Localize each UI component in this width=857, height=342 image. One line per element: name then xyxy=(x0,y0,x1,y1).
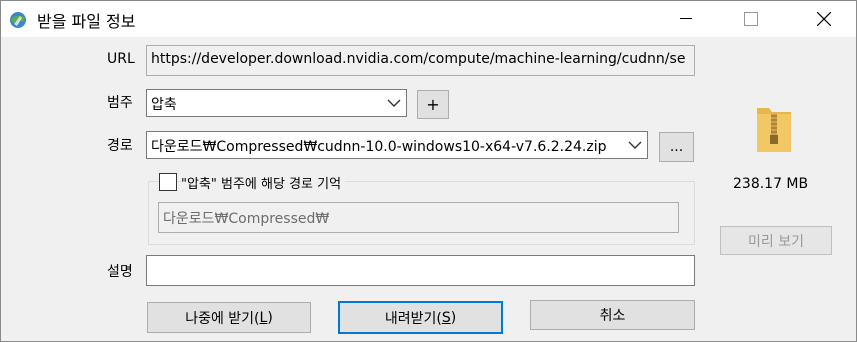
save-path-select[interactable]: 다운로드₩Compressed₩cudnn-10.0-windows10-x64… xyxy=(146,131,648,159)
idm-app-icon xyxy=(10,12,26,28)
description-input[interactable] xyxy=(146,255,695,286)
category-select[interactable]: 압축 xyxy=(146,89,407,117)
download-later-label: 나중에 받기( xyxy=(185,310,260,327)
zip-folder-icon xyxy=(757,108,791,152)
chevron-down-icon xyxy=(628,141,642,149)
close-icon xyxy=(817,12,831,26)
download-shortcut: S xyxy=(441,309,451,326)
download-later-label-end: ) xyxy=(267,309,273,326)
preview-button[interactable]: 미리 보기 xyxy=(720,226,832,255)
maximize-button[interactable] xyxy=(728,1,774,37)
download-label: 내려받기( xyxy=(384,310,442,327)
download-later-shortcut: L xyxy=(259,309,268,326)
download-label-end: ) xyxy=(450,309,457,326)
window-title: 받을 파일 정보 xyxy=(37,12,136,31)
title-bar: 받을 파일 정보 xyxy=(1,1,856,37)
cancel-button[interactable]: 취소 xyxy=(530,300,695,330)
maximize-icon xyxy=(744,12,758,26)
download-later-button[interactable]: 나중에 받기(L) xyxy=(147,302,311,333)
category-value: 압축 xyxy=(151,97,177,113)
category-label: 범주 xyxy=(107,95,133,111)
chevron-down-icon xyxy=(387,99,401,107)
remembered-path-field: 다운로드₩Compressed₩ xyxy=(158,202,679,233)
description-label: 설명 xyxy=(107,264,133,280)
file-size: 238.17 MB xyxy=(733,176,809,192)
url-field[interactable]: https://developer.download.nvidia.com/co… xyxy=(146,45,695,76)
minimize-icon xyxy=(680,18,692,19)
path-label: 경로 xyxy=(107,138,133,154)
add-category-button[interactable]: + xyxy=(417,90,449,119)
file-download-info-dialog: 받을 파일 정보 URL https://developer.download.… xyxy=(0,0,857,342)
browse-path-button[interactable]: ... xyxy=(659,132,694,162)
save-path-value: 다운로드₩Compressed₩cudnn-10.0-windows10-x64… xyxy=(151,139,607,155)
close-button[interactable] xyxy=(801,1,847,37)
download-button[interactable]: 내려받기(S) xyxy=(338,301,503,334)
minimize-button[interactable] xyxy=(663,1,709,37)
remember-path-checkbox[interactable] xyxy=(159,173,177,191)
url-label: URL xyxy=(107,51,135,67)
remember-path-label[interactable]: "압축" 범주에 해당 경로 기억 xyxy=(181,173,346,192)
